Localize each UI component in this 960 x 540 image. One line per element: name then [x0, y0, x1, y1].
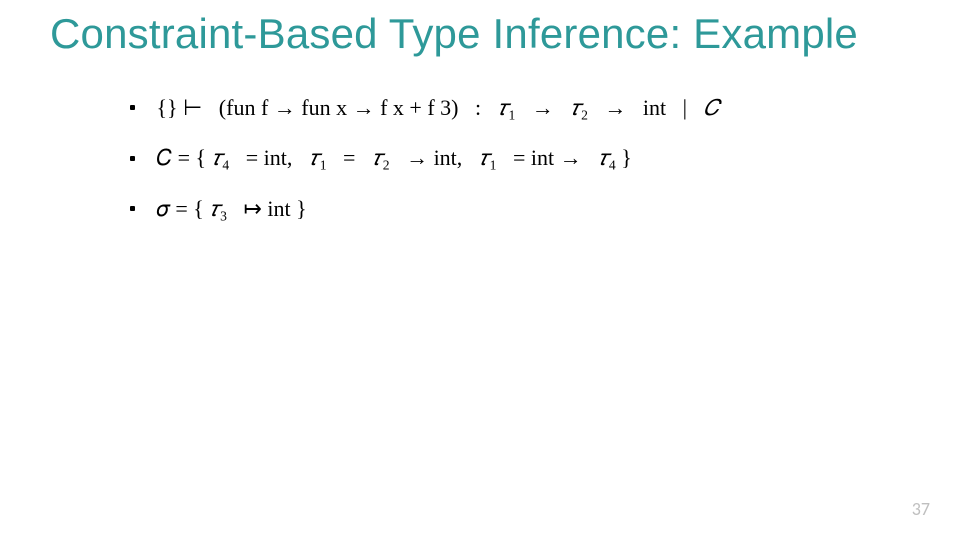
C: 𝐶: [704, 95, 720, 120]
tau: 𝜏: [598, 145, 609, 170]
c1-eq: = int,: [246, 145, 293, 170]
tau2: 𝜏2: [570, 95, 588, 120]
bullet-icon: [130, 156, 135, 161]
bullet-icon: [130, 105, 135, 110]
page-number: 37: [912, 498, 930, 520]
tau: 𝜏: [372, 145, 383, 170]
c2-eq: =: [343, 145, 355, 170]
arrow: →: [532, 95, 554, 120]
bullet-subst: 𝜎 = { 𝜏3 ↦ int }: [130, 196, 830, 224]
int: int: [643, 95, 666, 120]
bar: |: [683, 95, 687, 120]
slide-title: Constraint-Based Type Inference: Example: [50, 10, 858, 58]
mapsto: ↦ int: [243, 196, 290, 221]
tau: 𝜏: [498, 95, 509, 120]
env: {}: [157, 95, 178, 120]
sigma-rhs: }: [296, 196, 307, 221]
arrow: →: [604, 95, 626, 120]
sub: 4: [222, 158, 229, 173]
tau: 𝜏: [570, 95, 581, 120]
tau: 𝜏: [479, 145, 490, 170]
slide-body: {} ⊢ (fun f → fun x → f x + f 3) : 𝜏1 → …: [130, 95, 830, 246]
bullet-judgment: {} ⊢ (fun f → fun x → f x + f 3) : 𝜏1 → …: [130, 95, 830, 123]
sub: 3: [220, 208, 227, 223]
sigma-lhs: 𝜎 = {: [157, 196, 204, 221]
sub: 1: [320, 158, 327, 173]
sub: 1: [490, 158, 497, 173]
bullet-constraints: 𝐶 = { 𝜏4 = int, 𝜏1 = 𝜏2 → int, 𝜏1 = int …: [130, 145, 830, 173]
expr: (fun f → fun x → f x + f 3): [219, 95, 459, 120]
turnstile: ⊢: [183, 95, 202, 120]
tau: 𝜏: [309, 145, 320, 170]
c-rhs: }: [621, 145, 632, 170]
tau: 𝜏: [209, 196, 220, 221]
c-lhs: 𝐶 = {: [157, 145, 207, 170]
sub: 2: [581, 107, 588, 122]
tau1: 𝜏1: [498, 95, 516, 120]
sub: 2: [383, 158, 390, 173]
c2-rest: → int,: [406, 145, 462, 170]
sub: 1: [508, 107, 515, 122]
c3-eq: = int →: [513, 145, 582, 170]
sub: 4: [609, 158, 616, 173]
colon: :: [475, 95, 481, 120]
bullet-icon: [130, 206, 135, 211]
tau: 𝜏: [212, 145, 223, 170]
